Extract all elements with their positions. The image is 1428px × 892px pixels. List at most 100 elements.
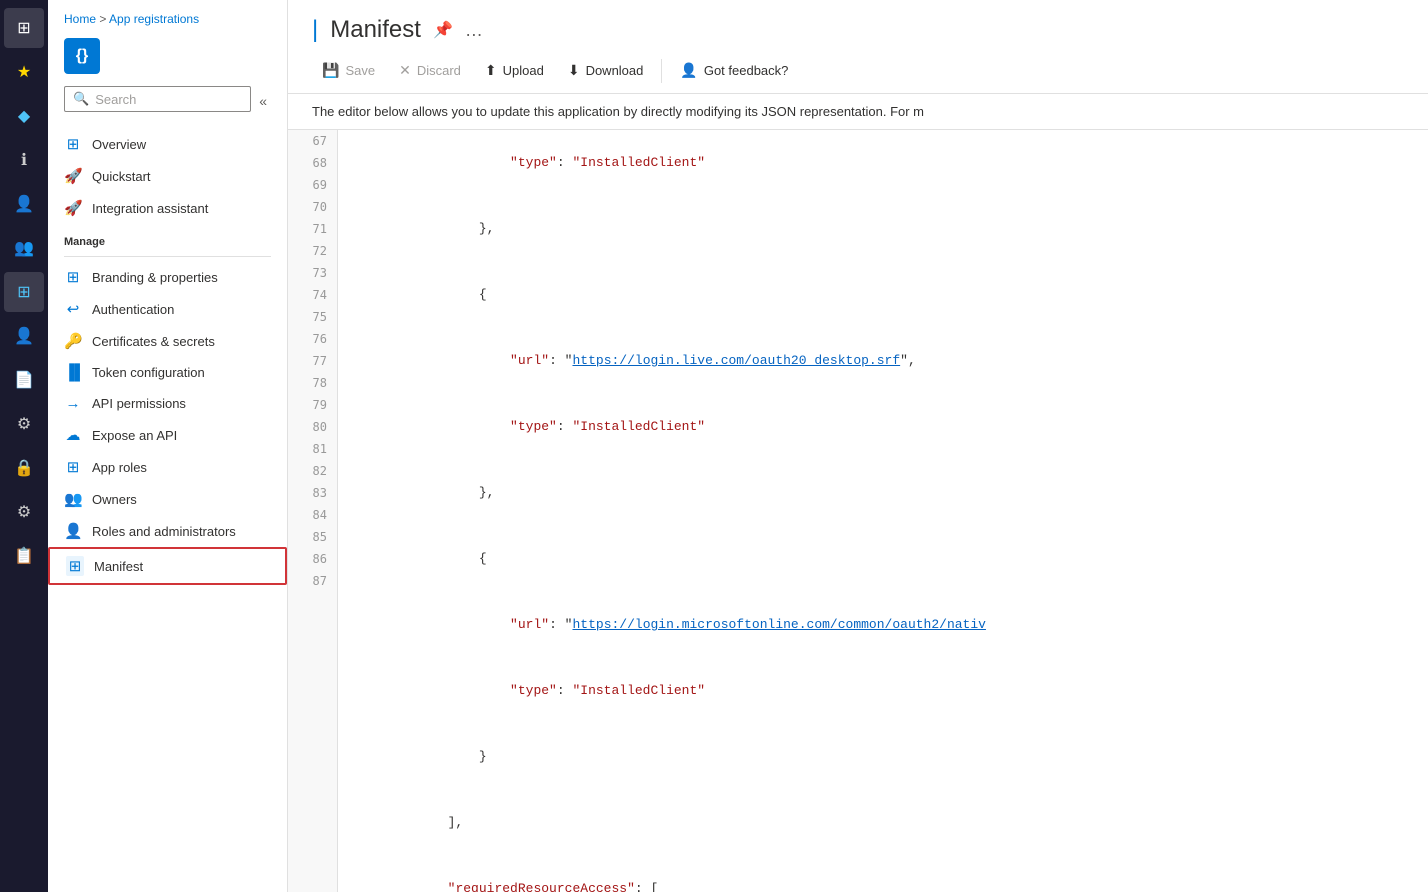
editor-area[interactable]: 67 68 69 70 71 72 73 74 75 76 77 78 79 8… <box>288 130 1428 892</box>
code-line-69: { <box>354 262 1412 328</box>
grid-icon[interactable]: ⊞ <box>4 272 44 312</box>
quickstart-label: Quickstart <box>92 169 151 184</box>
main-header: | Manifest 📌 … 💾 Save ✕ Discard ⬆ Upload… <box>288 0 1428 94</box>
discard-icon: ✕ <box>399 62 411 79</box>
user-cog-icon[interactable]: 👤 <box>4 316 44 356</box>
document-icon[interactable]: 📄 <box>4 360 44 400</box>
expose-label: Expose an API <box>92 428 177 443</box>
line-numbers: 67 68 69 70 71 72 73 74 75 76 77 78 79 8… <box>288 130 338 892</box>
search-input[interactable] <box>95 92 242 107</box>
code-line-74: "url": "https://login.microsoftonline.co… <box>354 592 1412 658</box>
authentication-label: Authentication <box>92 302 174 317</box>
main-content: | Manifest 📌 … 💾 Save ✕ Discard ⬆ Upload… <box>288 0 1428 892</box>
certificates-label: Certificates & secrets <box>92 334 215 349</box>
overview-icon: ⊞ <box>64 135 82 153</box>
branding-icon: ⊞ <box>64 268 82 286</box>
api-label: API permissions <box>92 396 186 411</box>
code-line-67: "type": "InstalledClient" <box>354 130 1412 196</box>
favorites-icon[interactable]: ★ <box>4 52 44 92</box>
description-text: The editor below allows you to update th… <box>312 104 924 119</box>
user-icon[interactable]: 👤 <box>4 184 44 224</box>
settings-icon[interactable]: ⚙ <box>4 492 44 532</box>
sidebar-item-authentication[interactable]: ↩ Authentication <box>48 293 287 325</box>
pin-icon[interactable]: 📌 <box>433 20 453 40</box>
sidebar-item-owners[interactable]: 👥 Owners <box>48 483 287 515</box>
upload-button[interactable]: ⬆ Upload <box>475 56 554 85</box>
rolesadmin-label: Roles and administrators <box>92 524 236 539</box>
save-button[interactable]: 💾 Save <box>312 56 385 85</box>
breadcrumb-home[interactable]: Home <box>64 12 96 26</box>
code-editor[interactable]: "type": "InstalledClient" }, { "url": "h… <box>338 130 1428 892</box>
manifest-icon: ⊞ <box>66 556 84 576</box>
toolbar-separator <box>661 59 662 83</box>
feedback-icon: 👤 <box>680 62 697 79</box>
description-bar: The editor below allows you to update th… <box>288 94 1428 130</box>
approles-icon: ⊞ <box>64 458 82 476</box>
certificates-icon: 🔑 <box>64 332 82 350</box>
manage-section-label: Manage <box>48 224 287 252</box>
collapse-button[interactable]: « <box>255 89 271 113</box>
group-icon[interactable]: 👥 <box>4 228 44 268</box>
token-icon: ▐▌ <box>64 364 82 381</box>
breadcrumb-current[interactable]: App registrations <box>109 12 199 26</box>
code-line-75: "type": "InstalledClient" <box>354 658 1412 724</box>
icon-bar: ⊞ ★ ◆ ℹ 👤 👥 ⊞ 👤 📄 ⚙ 🔒 ⚙ 📋 <box>0 0 48 892</box>
code-line-68: }, <box>354 196 1412 262</box>
code-line-78: "requiredResourceAccess": [ <box>354 856 1412 892</box>
code-line-76: } <box>354 724 1412 790</box>
sidebar-item-token[interactable]: ▐▌ Token configuration <box>48 357 287 388</box>
manage-divider <box>64 256 271 257</box>
more-icon[interactable]: … <box>465 20 483 41</box>
sidebar-item-api-permissions[interactable]: → API permissions <box>48 388 287 419</box>
api-icon: → <box>64 395 82 412</box>
download-icon: ⬇ <box>568 62 580 79</box>
sidebar-item-manifest[interactable]: ⊞ Manifest <box>48 547 287 585</box>
code-line-73: { <box>354 526 1412 592</box>
sidebar-item-app-roles[interactable]: ⊞ App roles <box>48 451 287 483</box>
integration-icon: 🚀 <box>64 199 82 217</box>
sidebar-item-quickstart[interactable]: 🚀 Quickstart <box>48 160 287 192</box>
page-title: | Manifest 📌 … <box>312 16 1404 44</box>
code-line-70: "url": "https://login.live.com/oauth20_d… <box>354 328 1412 394</box>
quickstart-icon: 🚀 <box>64 167 82 185</box>
manifest-label: Manifest <box>94 559 143 574</box>
code-line-72: }, <box>354 460 1412 526</box>
download-button[interactable]: ⬇ Download <box>558 56 654 85</box>
code-line-77: ], <box>354 790 1412 856</box>
breadcrumb-separator: > <box>99 12 109 26</box>
sidebar-item-branding[interactable]: ⊞ Branding & properties <box>48 261 287 293</box>
sidebar-header: Home > App registrations {} 🔍 « <box>48 0 287 128</box>
authentication-icon: ↩ <box>64 300 82 318</box>
expose-icon: ☁ <box>64 426 82 444</box>
upload-icon: ⬆ <box>485 62 497 79</box>
gear-icon[interactable]: ⚙ <box>4 404 44 444</box>
overview-label: Overview <box>92 137 146 152</box>
sidebar-item-roles-admin[interactable]: 👤 Roles and administrators <box>48 515 287 547</box>
lock-icon[interactable]: 🔒 <box>4 448 44 488</box>
sidebar: Home > App registrations {} 🔍 « ⊞ Overvi… <box>48 0 288 892</box>
title-text: Manifest <box>330 16 421 44</box>
branding-label: Branding & properties <box>92 270 218 285</box>
integration-label: Integration assistant <box>92 201 208 216</box>
breadcrumb: Home > App registrations <box>64 12 271 26</box>
save-icon: 💾 <box>322 62 339 79</box>
sidebar-item-expose-api[interactable]: ☁ Expose an API <box>48 419 287 451</box>
copy-icon[interactable]: 📋 <box>4 536 44 576</box>
rolesadmin-icon: 👤 <box>64 522 82 540</box>
app-icon: {} <box>64 38 100 74</box>
sidebar-item-overview[interactable]: ⊞ Overview <box>48 128 287 160</box>
toolbar: 💾 Save ✕ Discard ⬆ Upload ⬇ Download 👤 G… <box>312 56 1404 93</box>
info-icon[interactable]: ℹ <box>4 140 44 180</box>
sidebar-item-certificates[interactable]: 🔑 Certificates & secrets <box>48 325 287 357</box>
code-line-71: "type": "InstalledClient" <box>354 394 1412 460</box>
token-label: Token configuration <box>92 365 205 380</box>
discard-button[interactable]: ✕ Discard <box>389 56 471 85</box>
diamond-icon[interactable]: ◆ <box>4 96 44 136</box>
feedback-button[interactable]: 👤 Got feedback? <box>670 56 798 85</box>
search-icon: 🔍 <box>73 91 89 107</box>
owners-label: Owners <box>92 492 137 507</box>
home-icon[interactable]: ⊞ <box>4 8 44 48</box>
search-box: 🔍 <box>64 86 251 112</box>
title-separator: | <box>312 16 318 44</box>
sidebar-item-integration[interactable]: 🚀 Integration assistant <box>48 192 287 224</box>
